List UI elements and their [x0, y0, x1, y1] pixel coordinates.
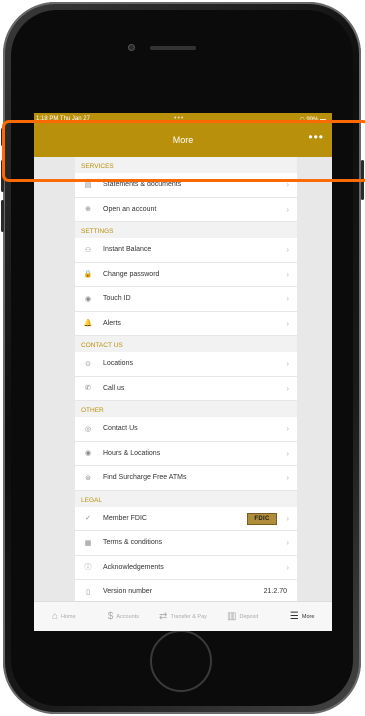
- menu-item-label: Open an account: [103, 205, 157, 213]
- chevron-right-icon: ›: [286, 473, 289, 482]
- phone-icon: ✆: [85, 385, 91, 393]
- menu-item-label: Terms & conditions: [103, 539, 163, 547]
- chevron-right-icon: ›: [286, 245, 289, 254]
- menu-item-acknowledgements[interactable]: ⓘ Acknowledgements ›: [75, 556, 297, 580]
- bell-icon: 🔔: [83, 320, 93, 328]
- info-icon: ⓘ: [84, 564, 92, 572]
- menu-item-label: Acknowledgements: [103, 563, 164, 571]
- volume-down-button: [1, 200, 4, 232]
- chevron-right-icon: ›: [286, 383, 289, 393]
- tab-label: Accounts: [116, 613, 139, 620]
- menu-item-label: Statements & documents: [103, 181, 182, 189]
- chevron-right-icon: ›: [286, 204, 289, 214]
- check-circle-icon: ✓: [85, 515, 91, 523]
- chevron-right-icon: ›: [286, 424, 289, 433]
- menu-icon: ☰: [289, 611, 299, 622]
- fdic-badge: FDIC: [247, 512, 277, 525]
- highlight-box: [2, 120, 365, 182]
- menu-item-change-password[interactable]: 🔒 Change password ›: [75, 263, 297, 287]
- menu-item-instant-balance[interactable]: ⚇ Instant Balance ›: [75, 238, 297, 263]
- hand-coin-icon: ⚇: [84, 246, 92, 254]
- chevron-right-icon: ›: [286, 318, 289, 328]
- fingerprint-icon: ◉: [84, 295, 92, 303]
- earpiece-speaker: [150, 46, 196, 50]
- menu-item-member-fdic[interactable]: ✓ Member FDIC FDIC ›: [75, 507, 297, 531]
- home-button[interactable]: [150, 630, 212, 692]
- chevron-right-icon: ›: [286, 294, 289, 303]
- chevron-right-icon: ›: [286, 448, 289, 458]
- location-pin-icon: ⊙: [85, 360, 91, 368]
- version-value: 21.2.70: [263, 588, 287, 595]
- menu-item-label: Alerts: [103, 319, 121, 327]
- section-header-contact-us: CONTACT US: [75, 336, 297, 352]
- menu-item-locations[interactable]: ⊙ Locations ›: [75, 352, 297, 377]
- menu-item-label: Call us: [103, 384, 125, 392]
- menu-item-version-number[interactable]: ▯ Version number 21.2.70: [75, 580, 297, 601]
- menu-item-find-surcharge-free-atms[interactable]: ⊜ Find Surcharge Free ATMs ›: [75, 466, 297, 491]
- chevron-right-icon: ›: [286, 562, 289, 572]
- more-menu-list: SERVICES ▤ Statements & documents › ⊕ Open an…: [75, 157, 297, 601]
- tab-label: Deposit: [239, 613, 259, 620]
- menu-item-hours-locations[interactable]: ◉ Hours & Locations ›: [75, 442, 297, 466]
- phone-circle-icon: ◎: [84, 425, 92, 433]
- tab-deposit[interactable]: ▥ Deposit: [213, 602, 273, 631]
- menu-item-label: Member FDIC: [103, 514, 147, 522]
- menu-item-label: Instant Balance: [103, 246, 152, 254]
- front-camera: [128, 44, 135, 51]
- phone-device-icon: ▯: [86, 588, 90, 596]
- tab-transfer-pay[interactable]: ⇄ Transfer & Pay: [153, 602, 213, 631]
- menu-item-touch-id[interactable]: ◉ Touch ID ›: [75, 287, 297, 312]
- home-icon: ⌂: [51, 611, 58, 622]
- menu-item-terms-conditions[interactable]: ▦ Terms & conditions ›: [75, 531, 297, 556]
- deposit-icon: ▥: [227, 611, 237, 622]
- section-header-other: OTHER: [75, 401, 297, 417]
- section-header-settings: SETTINGS: [75, 222, 297, 238]
- menu-item-contact-us[interactable]: ◎ Contact Us ›: [75, 417, 297, 442]
- menu-item-call-us[interactable]: ✆ Call us ›: [75, 377, 297, 401]
- menu-item-label: Version number: [103, 588, 153, 596]
- section-header-legal: LEGAL: [75, 490, 297, 507]
- menu-item-alerts[interactable]: 🔔 Alerts ›: [75, 312, 297, 336]
- atm-icon: ⊜: [85, 474, 91, 482]
- tab-more[interactable]: ☰ More: [272, 602, 332, 631]
- menu-item-label: Touch ID: [103, 295, 131, 303]
- app-screen: 1:18 PM Thu Jan 27 ••• ◠ 99% ▬ More ••• …: [34, 113, 332, 631]
- tab-label: Home: [60, 613, 76, 620]
- chevron-right-icon: ›: [286, 513, 289, 523]
- tab-accounts[interactable]: $ Accounts: [94, 602, 154, 631]
- transfer-icon: ⇄: [159, 611, 168, 622]
- tab-label: Transfer & Pay: [170, 613, 207, 620]
- tab-home[interactable]: ⌂ Home: [34, 602, 94, 631]
- lock-icon: 🔒: [83, 271, 93, 279]
- menu-item-label: Change password: [103, 270, 160, 278]
- doc-edit-icon: ▦: [84, 539, 92, 547]
- menu-item-label: Hours & Locations: [103, 449, 161, 457]
- plus-circle-icon: ⊕: [85, 206, 91, 214]
- location-circle-icon: ◉: [84, 450, 92, 458]
- chevron-right-icon: ›: [286, 538, 289, 547]
- menu-item-open-an-account[interactable]: ⊕ Open an account ›: [75, 198, 297, 222]
- dollar-icon: $: [107, 611, 114, 622]
- tab-label: More: [301, 613, 315, 620]
- menu-item-label: Locations: [103, 360, 133, 368]
- menu-item-label: Contact Us: [103, 425, 138, 433]
- chevron-right-icon: ›: [286, 269, 289, 279]
- tab-bar: ⌂ Home $ Accounts ⇄ Transfer & Pay ▥ Deposit ☰ Mo…: [34, 601, 332, 631]
- menu-item-label: Find Surcharge Free ATMs: [103, 474, 187, 482]
- chevron-right-icon: ›: [286, 359, 289, 368]
